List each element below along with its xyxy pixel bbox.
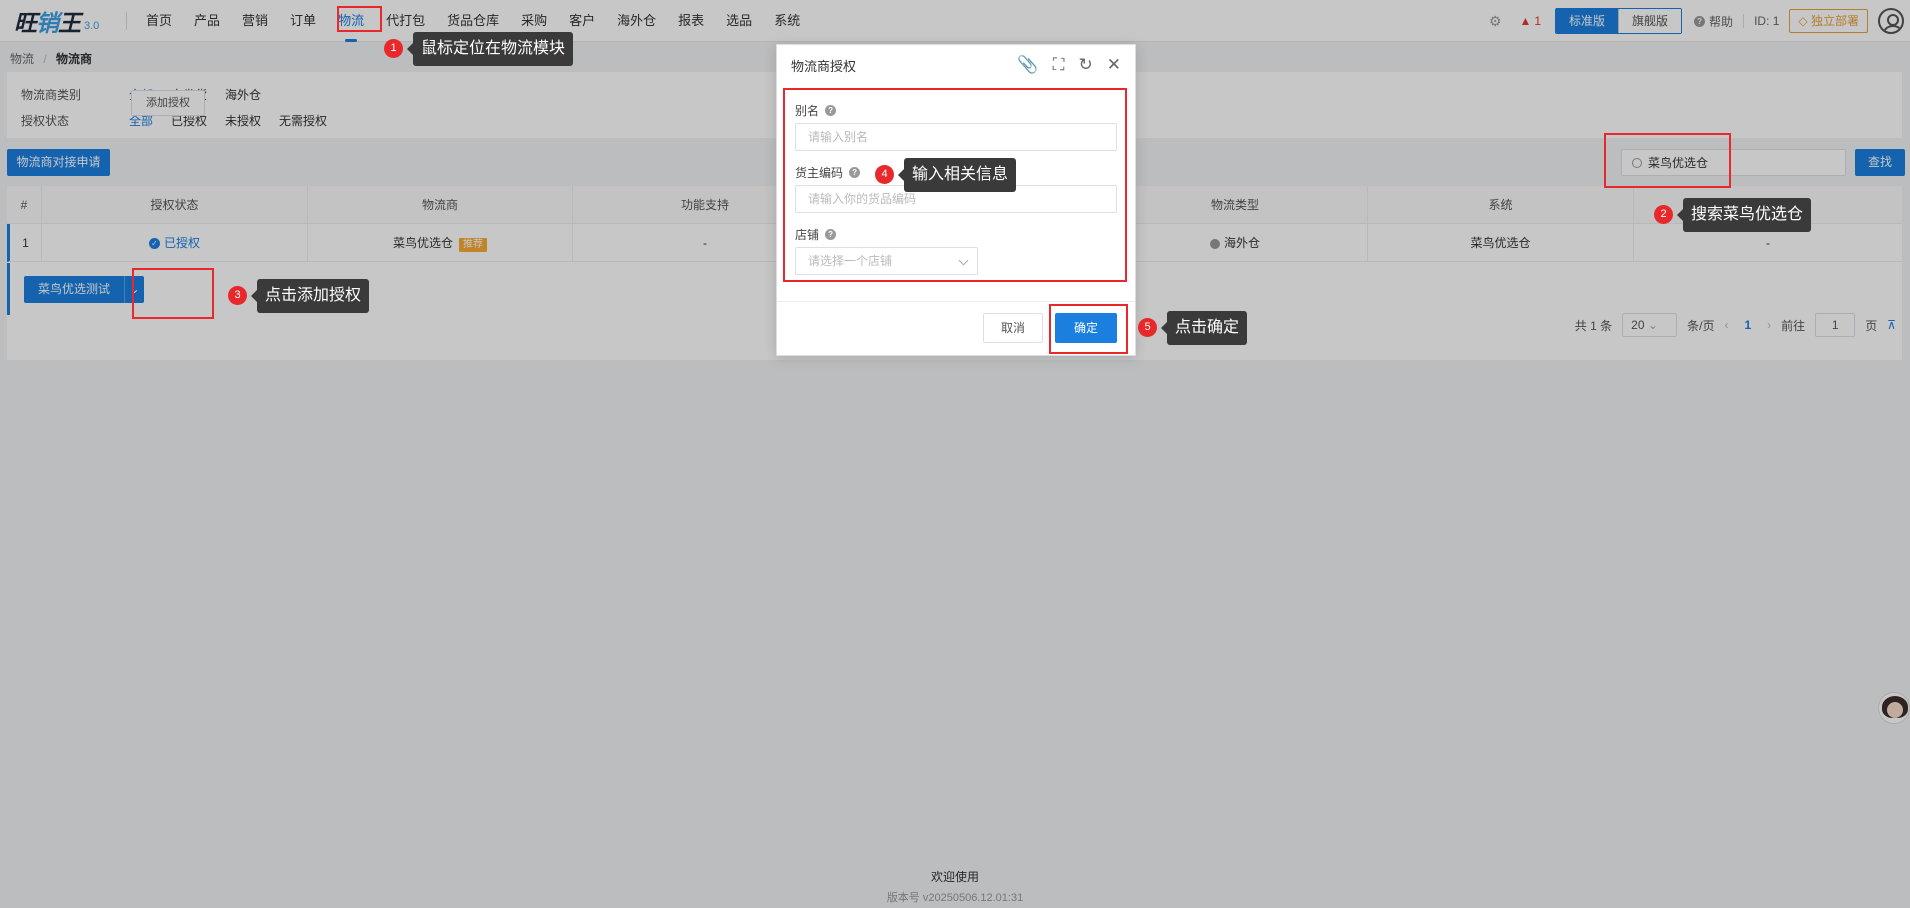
cancel-button[interactable]: 取消 bbox=[983, 313, 1043, 343]
step-tip-1: 鼠标定位在物流模块 bbox=[406, 32, 574, 66]
step-tip-2: 搜索菜鸟优选仓 bbox=[1676, 198, 1812, 232]
highlight-add-authorization bbox=[132, 268, 214, 319]
step-tip-3: 点击添加授权 bbox=[250, 279, 370, 313]
step-tip-5: 点击确定 bbox=[1160, 311, 1248, 345]
refresh-icon[interactable]: ↻ bbox=[1079, 55, 1093, 75]
step-badge-3: 3 bbox=[228, 286, 247, 305]
dialog-footer-divider bbox=[777, 301, 1135, 302]
highlight-search bbox=[1604, 133, 1731, 188]
paperclip-icon[interactable]: 📎 bbox=[1017, 55, 1038, 75]
step-badge-1: 1 bbox=[384, 39, 403, 58]
step-badge-2: 2 bbox=[1654, 205, 1673, 224]
highlight-confirm bbox=[1049, 304, 1128, 354]
highlight-nav-logistics bbox=[337, 6, 382, 32]
close-icon[interactable]: ✕ bbox=[1107, 55, 1121, 75]
step-badge-5: 5 bbox=[1138, 318, 1157, 337]
dialog-title: 物流商授权 bbox=[791, 58, 857, 74]
dialog-tools: 📎 ⛶ ↻ ✕ bbox=[1017, 55, 1121, 75]
step-tip-4: 输入相关信息 bbox=[897, 158, 1017, 192]
dialog-header: 物流商授权 📎 ⛶ ↻ ✕ bbox=[777, 45, 1135, 85]
step-badge-4: 4 bbox=[875, 165, 894, 184]
fullscreen-icon[interactable]: ⛶ bbox=[1053, 55, 1065, 75]
